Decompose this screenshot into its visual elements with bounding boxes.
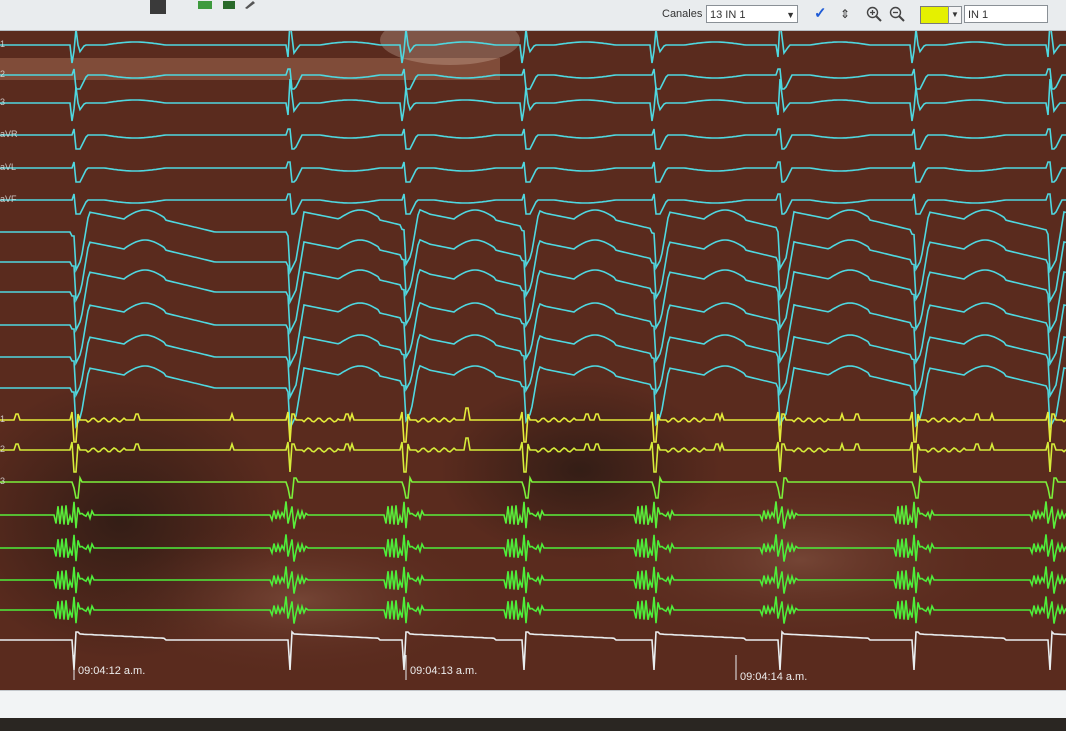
waveform-trace (0, 128, 1066, 150)
channel-label: 3 (0, 476, 6, 486)
waveform-trace (0, 193, 1066, 215)
channel-label: 1 (0, 39, 6, 49)
monitor-frame (0, 718, 1066, 731)
channel-label: 3 (0, 97, 6, 107)
time-marker: 09:04:14 a.m. (740, 671, 808, 683)
channel-label: 2 (0, 69, 6, 79)
waveform-trace (0, 161, 1066, 183)
reflection-glow (100, 520, 500, 680)
canales-label: Canales (662, 8, 703, 20)
waveform-trace (0, 301, 1066, 369)
zoom-in-icon[interactable] (866, 4, 882, 24)
canales-value: 13 IN 1 (710, 9, 746, 21)
channel-label: 2 (0, 444, 6, 454)
waveform-area (0, 15, 1066, 680)
channel-label: aVF (0, 194, 17, 204)
channel-field[interactable]: IN 1 (964, 5, 1048, 23)
reflection-glow (580, 470, 1020, 650)
waveform-trace (0, 78, 1066, 122)
toolbar: Canales 13 IN 1 ▼ ✓ ⇕ ▼ IN 1 (0, 0, 1066, 31)
time-marker: 09:04:12 a.m. (78, 665, 146, 677)
canales-select[interactable]: 13 IN 1 ▼ (706, 5, 798, 23)
waveform-trace (0, 208, 1066, 276)
time-marker: 09:04:13 a.m. (410, 665, 478, 677)
channel-label: aVL (0, 162, 17, 172)
ecg-monitor-screen: 1 2 3 aVR aVL aVF 1 2 3 09:04:12 a.m. 09:04:13 a.… (0, 0, 1066, 731)
channel-label: 1 (0, 414, 6, 424)
zoom-out-icon[interactable] (889, 4, 905, 24)
up-down-icon[interactable]: ⇕ (840, 4, 850, 24)
channel-value: IN 1 (968, 9, 989, 21)
dropdown-arrow-icon[interactable]: ▼ (948, 6, 962, 24)
print-icon[interactable] (222, 0, 236, 14)
edit-icon[interactable] (244, 0, 258, 14)
check-icon[interactable]: ✓ (814, 4, 827, 24)
channel-label: aVR (0, 129, 18, 139)
print-icon[interactable] (198, 0, 212, 14)
save-icon[interactable] (150, 0, 166, 14)
dropdown-arrow-icon[interactable]: ▼ (786, 6, 795, 24)
color-swatch[interactable] (920, 6, 950, 24)
